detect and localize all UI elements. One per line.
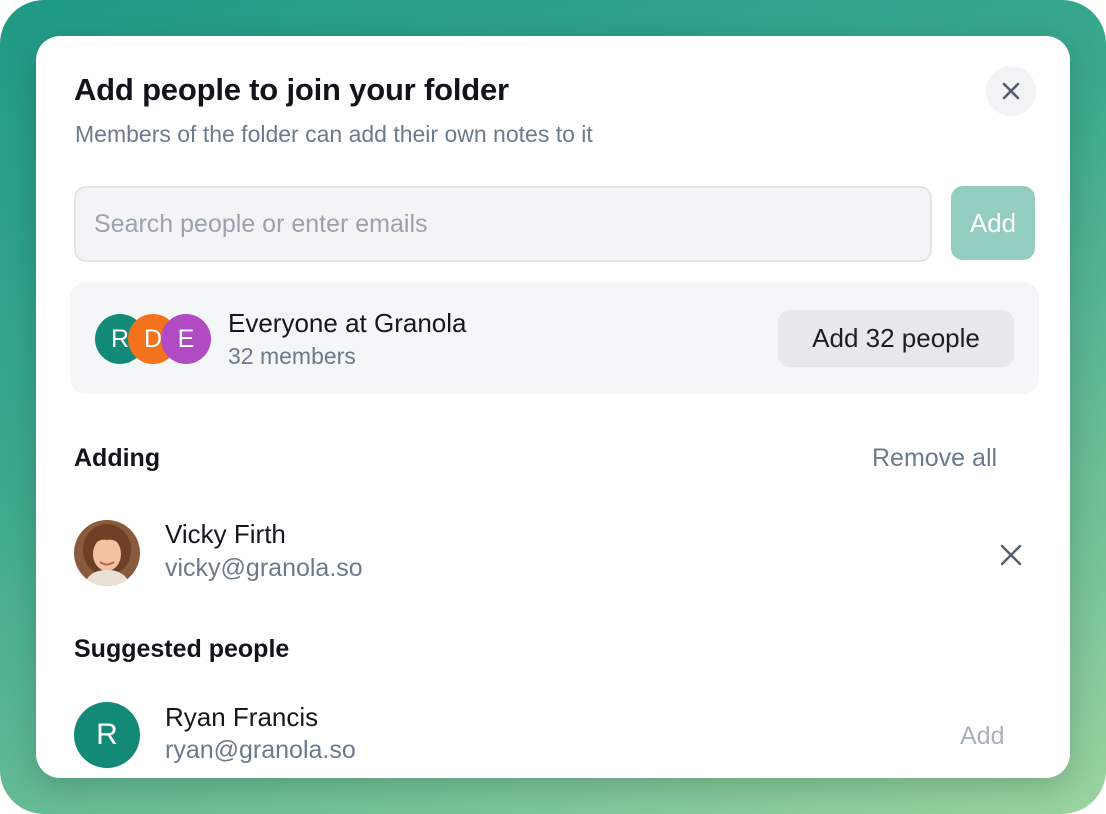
add-people-dialog: Add people to join your folder Members o…: [36, 36, 1070, 778]
adding-heading: Adding: [74, 444, 161, 472]
person-email: vicky@granola.so: [165, 554, 363, 582]
remove-all-button[interactable]: Remove all: [872, 444, 997, 473]
suggested-heading: Suggested people: [74, 635, 290, 663]
dialog-title: Add people to join your folder: [74, 72, 509, 107]
group-name: Everyone at Granola: [228, 308, 467, 338]
person-name: Vicky Firth: [165, 519, 286, 549]
remove-person-button[interactable]: [994, 538, 1028, 572]
dialog-subtitle: Members of the folder can add their own …: [75, 121, 593, 147]
avatar: [74, 520, 140, 586]
avatar: R: [74, 702, 140, 768]
add-group-button[interactable]: Add 32 people: [778, 310, 1014, 367]
app-background: Add people to join your folder Members o…: [0, 0, 1106, 814]
person-email: ryan@granola.so: [165, 736, 356, 764]
close-icon: [1000, 544, 1022, 566]
avatar: E: [161, 314, 211, 364]
group-member-count: 32 members: [228, 343, 356, 369]
search-input[interactable]: [74, 186, 932, 262]
group-card: R D E Everyone at Granola 32 members Add…: [70, 282, 1039, 394]
add-button[interactable]: Add: [951, 186, 1035, 260]
close-icon: [1002, 82, 1020, 100]
person-name: Ryan Francis: [165, 702, 319, 732]
add-person-button[interactable]: Add: [960, 722, 1004, 751]
close-button[interactable]: [986, 66, 1036, 116]
